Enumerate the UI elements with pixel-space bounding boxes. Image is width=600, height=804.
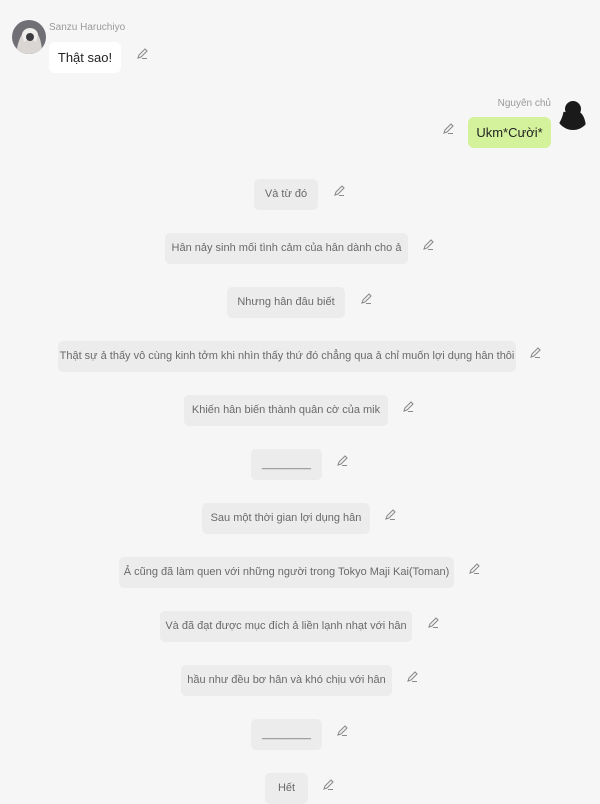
pencil-icon[interactable] [406, 670, 419, 683]
narration-text[interactable]: Sau một thời gian lợi dụng hân [202, 503, 370, 534]
narration-text[interactable]: ________ [251, 719, 322, 750]
pencil-icon[interactable] [468, 562, 481, 575]
sender-name: Nguyên chủ [497, 98, 551, 109]
pencil-icon[interactable] [336, 724, 349, 737]
message-bubble[interactable]: Ukm*Cười* [468, 117, 551, 148]
pencil-icon[interactable] [402, 400, 415, 413]
avatar-nguyen-chu[interactable] [556, 96, 590, 130]
narration-text[interactable]: Khiến hân biến thành quân cờ của mik [184, 395, 388, 426]
pencil-icon[interactable] [360, 292, 373, 305]
pencil-icon[interactable] [336, 454, 349, 467]
narration-text[interactable]: Và đã đạt được mục đích ả liền lạnh nhạt… [160, 611, 412, 642]
narration-text[interactable]: Nhưng hân đâu biết [227, 287, 345, 318]
message-bubble[interactable]: Thật sao! [49, 42, 121, 73]
narration-text[interactable]: Hết [265, 773, 308, 804]
narration-text[interactable]: Và từ đó [254, 179, 318, 210]
narration-text[interactable]: hầu như đều bơ hân và khó chịu với hân [181, 665, 392, 696]
pencil-icon[interactable] [422, 238, 435, 251]
narration-text[interactable]: Hân nảy sinh mối tình cảm của hân dành c… [165, 233, 408, 264]
sender-name: Sanzu Haruchiyo [49, 22, 126, 33]
pencil-icon[interactable] [442, 122, 455, 135]
pencil-icon[interactable] [322, 778, 335, 791]
avatar-sanzu[interactable] [12, 20, 46, 54]
pencil-icon[interactable] [529, 346, 542, 359]
pencil-icon[interactable] [333, 184, 346, 197]
narration-text[interactable]: Thật sự ả thấy vô cùng kinh tởm khi nhìn… [58, 341, 516, 372]
pencil-icon[interactable] [427, 616, 440, 629]
pencil-icon[interactable] [136, 47, 149, 60]
narration-text[interactable]: Ả cũng đã làm quen với những người trong… [119, 557, 454, 588]
pencil-icon[interactable] [384, 508, 397, 521]
narration-text[interactable]: ________ [251, 449, 322, 480]
